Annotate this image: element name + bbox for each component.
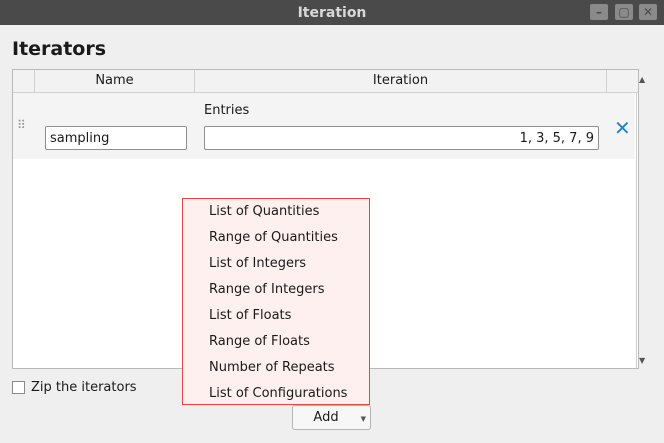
remove-iterator-icon[interactable]: ✕	[614, 118, 631, 138]
zip-option[interactable]: Zip the iterators	[12, 380, 137, 395]
table-row: ⠿ Entries ✕	[13, 93, 635, 159]
add-button-label: Add	[313, 410, 339, 425]
maximize-button[interactable]: ▢	[615, 4, 633, 20]
zip-label: Zip the iterators	[31, 380, 137, 395]
chevron-down-icon[interactable]: ▼	[361, 415, 366, 423]
menu-item-list-of-floats[interactable]: List of Floats	[209, 303, 291, 329]
menu-item-range-of-quantities[interactable]: Range of Quantities	[209, 225, 338, 251]
menu-item-range-of-floats[interactable]: Range of Floats	[209, 329, 310, 355]
table-header: Name Iteration	[13, 70, 638, 93]
menu-item-list-of-integers[interactable]: List of Integers	[209, 251, 306, 277]
add-iterator-button[interactable]: Add ▼	[292, 405, 371, 430]
menu-item-list-of-quantities[interactable]: List of Quantities	[209, 199, 319, 225]
menu-item-range-of-integers[interactable]: Range of Integers	[209, 277, 325, 303]
minimize-button[interactable]: –	[590, 4, 608, 20]
maximize-icon: ▢	[618, 5, 630, 19]
column-header-iteration[interactable]: Iteration	[195, 70, 607, 92]
drag-handle-icon[interactable]: ⠿	[17, 119, 26, 131]
entries-input[interactable]	[204, 126, 599, 150]
iterator-type-menu: List of Quantities Range of Quantities L…	[182, 198, 370, 405]
iteration-type-label: Entries	[204, 103, 250, 118]
zip-checkbox[interactable]	[12, 381, 25, 394]
vertical-scrollbar[interactable]	[636, 93, 637, 368]
menu-item-list-of-configurations[interactable]: List of Configurations	[209, 381, 347, 407]
scroll-up-icon[interactable]: ▲	[639, 75, 645, 84]
window-titlebar: Iteration	[0, 0, 664, 25]
scroll-down-icon[interactable]: ▼	[639, 356, 645, 365]
menu-item-number-of-repeats[interactable]: Number of Repeats	[209, 355, 335, 381]
close-icon: ✕	[642, 5, 654, 19]
header-handle-column	[13, 70, 35, 92]
header-corner	[607, 70, 638, 92]
column-header-name[interactable]: Name	[35, 70, 195, 92]
page-title: Iterators	[12, 38, 107, 60]
minimize-icon: –	[596, 5, 602, 19]
close-button[interactable]: ✕	[639, 4, 657, 20]
iterator-name-input[interactable]	[45, 126, 187, 150]
window-title: Iteration	[297, 4, 367, 21]
